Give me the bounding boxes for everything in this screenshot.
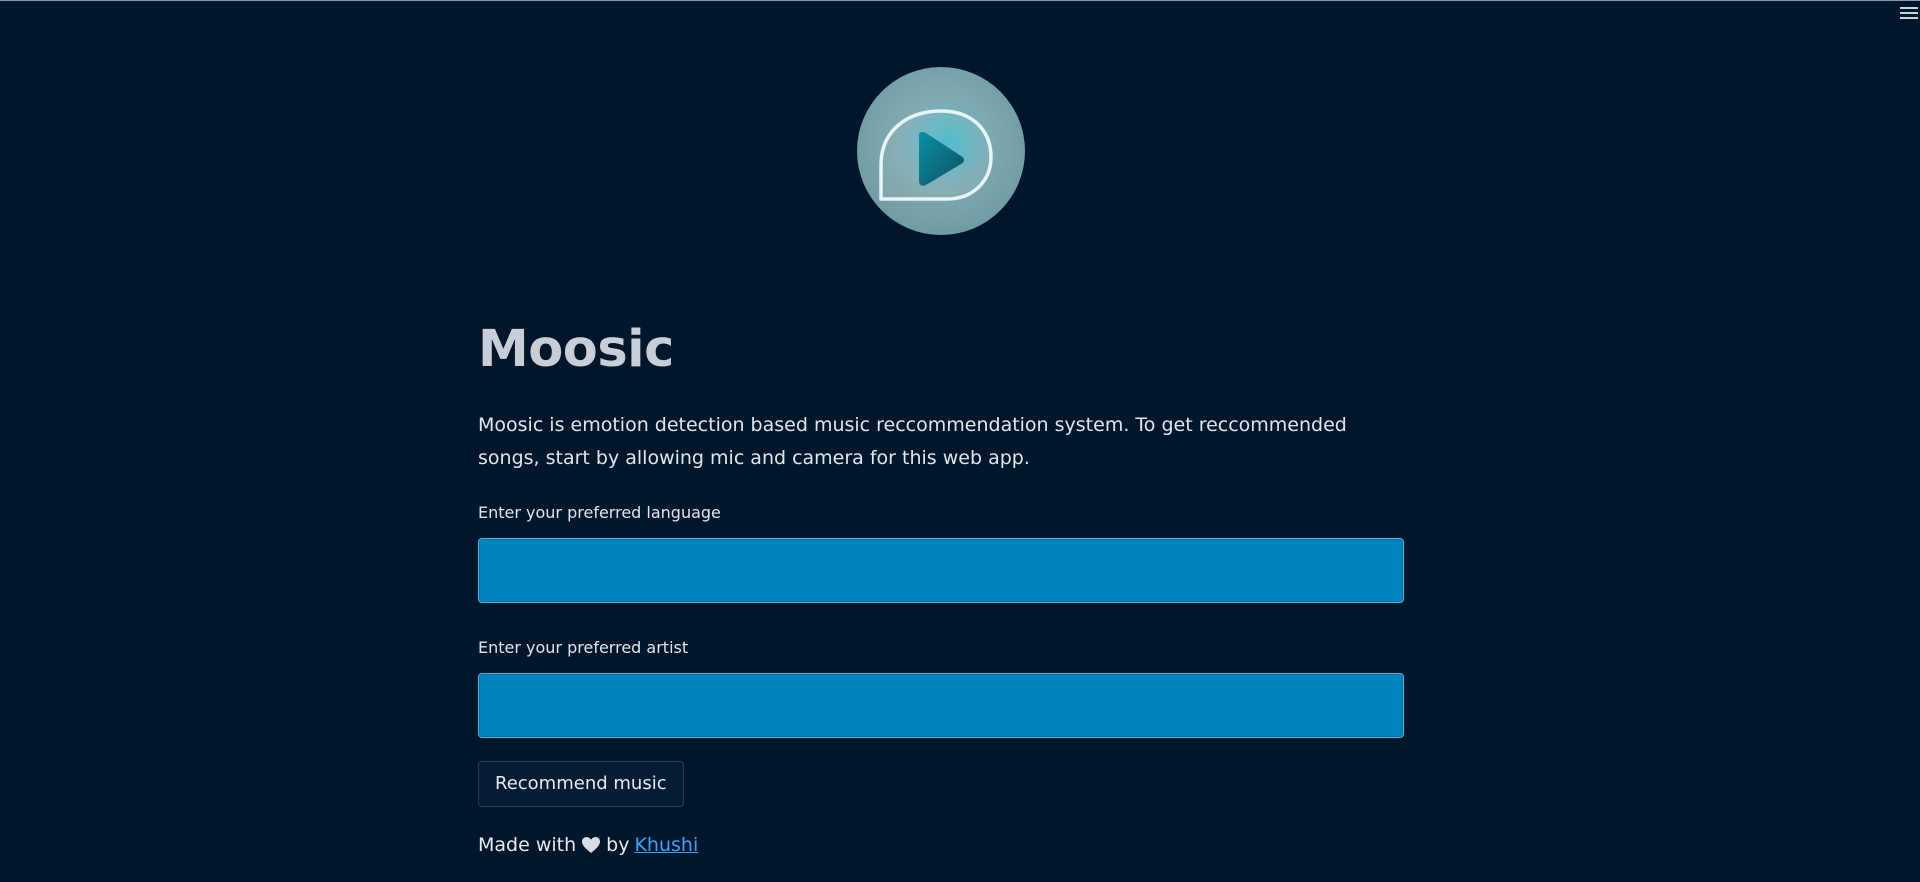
artist-input[interactable] xyxy=(478,673,1404,738)
hamburger-menu-icon xyxy=(1900,7,1918,19)
language-field-label: Enter your preferred language xyxy=(478,503,721,522)
app-logo xyxy=(857,67,1025,235)
main-content: Moosic Moosic is emotion detection based… xyxy=(478,300,1404,865)
heart-icon xyxy=(582,837,601,853)
language-input[interactable] xyxy=(478,538,1404,603)
page-title: Moosic xyxy=(478,320,674,379)
top-border xyxy=(0,0,1920,1)
app-description: Moosic is emotion detection based music … xyxy=(478,414,1347,469)
artist-field-label: Enter your preferred artist xyxy=(478,638,689,657)
author-link[interactable]: Khushi xyxy=(634,825,698,865)
play-chat-bubble-icon xyxy=(857,67,1025,235)
recommend-music-button[interactable]: Recommend music xyxy=(478,761,684,807)
footer-prefix: Made with xyxy=(478,834,577,856)
footer-credit: Made with by Khushi xyxy=(478,825,1404,865)
footer-by: by xyxy=(606,834,630,856)
hamburger-menu-button[interactable] xyxy=(1898,0,1920,26)
